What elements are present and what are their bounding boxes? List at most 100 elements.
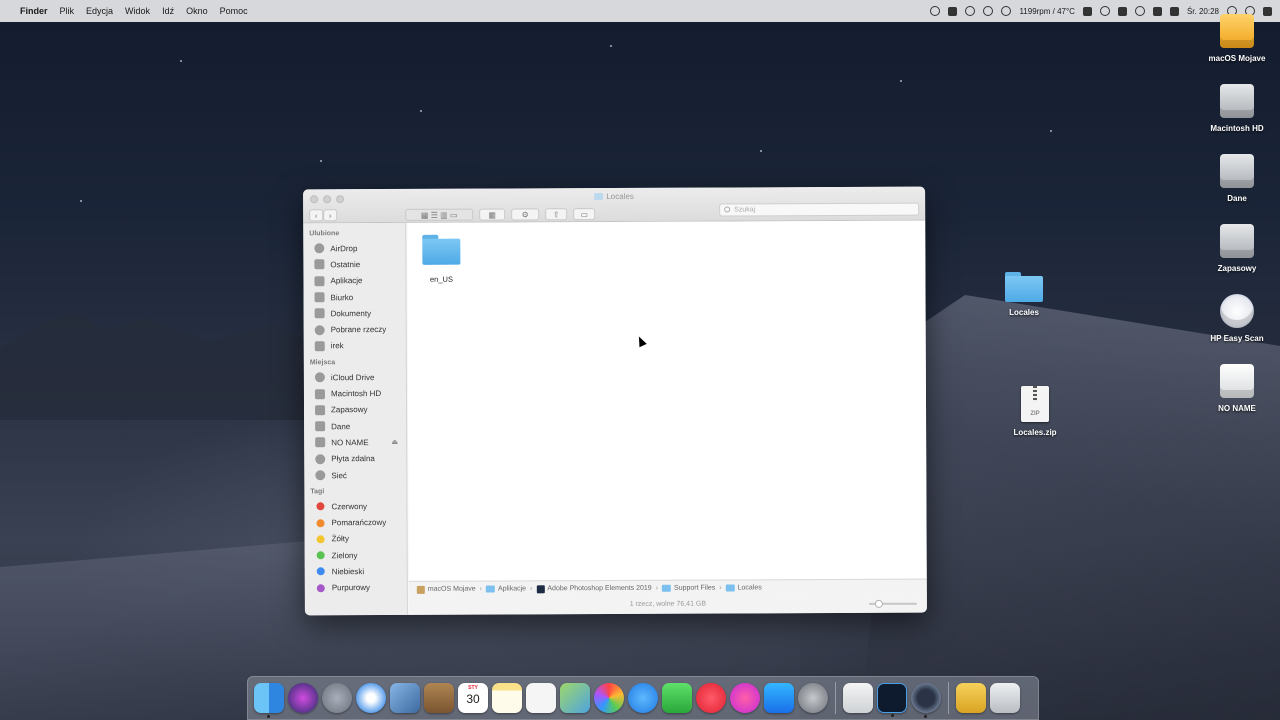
tag-button[interactable]: ▭ — [573, 208, 596, 221]
time-machine-icon[interactable] — [1099, 6, 1110, 16]
monitor-icon[interactable] — [1082, 6, 1092, 16]
desktop-icon-zapasowy[interactable]: Zapasowy — [1197, 224, 1277, 273]
notes-dock-icon[interactable] — [492, 683, 522, 713]
view-mode-selector[interactable]: ▦ ☰ ▥ ▭ — [405, 208, 474, 221]
battery-icon[interactable] — [1169, 6, 1179, 16]
archive-utility-dock-icon[interactable] — [956, 683, 986, 713]
bluetooth-icon[interactable] — [1117, 6, 1127, 16]
textedit-dock-icon[interactable] — [843, 683, 873, 713]
desktop-icon-dane[interactable]: Dane — [1197, 154, 1277, 203]
menu-widok[interactable]: Widok — [125, 6, 150, 16]
tool-icon[interactable] — [948, 6, 958, 16]
path-item[interactable]: Locales — [725, 584, 762, 592]
grid-view-icon[interactable]: ▦ — [421, 210, 429, 219]
sidebar-item-zapasowy[interactable]: Zapasowy — [304, 402, 406, 419]
group-icon: ▦ — [488, 210, 496, 220]
record-icon[interactable] — [930, 6, 941, 16]
finder-dock-icon[interactable] — [254, 683, 284, 718]
sidebar-item-recents[interactable]: Ostatnie — [303, 256, 405, 273]
messages-dock-icon[interactable] — [628, 683, 658, 713]
menu-app-name[interactable]: Finder — [20, 6, 48, 16]
itunes-dock-icon[interactable] — [730, 683, 760, 713]
sidebar-item-home[interactable]: irek — [304, 338, 406, 355]
photos-dock-icon[interactable] — [594, 683, 624, 713]
sidebar-item-no-name[interactable]: NO NAME ⏏ — [304, 434, 406, 451]
menu-okno[interactable]: Okno — [186, 6, 208, 16]
sidebar-item-applications[interactable]: Aplikacje — [303, 273, 405, 290]
desktop-icon-macos-mojave[interactable]: macOS Mojave — [1197, 14, 1277, 63]
wifi-icon[interactable] — [1134, 6, 1145, 16]
contacts-dock-icon[interactable] — [424, 683, 454, 713]
app-store-dock-icon[interactable] — [764, 683, 794, 713]
desktop-icon-locales-folder[interactable]: Locales — [984, 272, 1064, 317]
column-view-icon[interactable]: ▥ — [440, 210, 448, 219]
sidebar-tag-orange[interactable]: Pomarańczowy — [304, 514, 406, 531]
menu-pomoc[interactable]: Pomoc — [220, 6, 248, 16]
facetime-dock-icon[interactable] — [662, 683, 692, 713]
group-button[interactable]: ▦ — [479, 208, 506, 221]
sidebar-tag-yellow[interactable]: Żółty — [305, 531, 407, 548]
sidebar-item-macintosh-hd[interactable]: Macintosh HD — [304, 385, 406, 402]
path-item[interactable]: Support Files — [662, 585, 715, 592]
search-placeholder: Szukaj — [734, 206, 756, 214]
sidebar-item-label: Płyta zdalna — [331, 454, 375, 464]
sidebar-item-remote-disc[interactable]: Płyta zdalna — [304, 450, 406, 467]
desktop-icon-macintosh-hd[interactable]: Macintosh HD — [1197, 84, 1277, 133]
window-titlebar[interactable]: Locales ‹ › ▦ ☰ ▥ ▭ ▦ ⚙ ⇧ ▭ Szukaj — [303, 186, 926, 224]
path-item[interactable]: Aplikacje — [486, 585, 526, 593]
back-button[interactable]: ‹ — [309, 209, 324, 222]
file-view[interactable]: en_US — [407, 220, 927, 581]
orange-disk-icon — [416, 585, 425, 594]
sidebar-item-icloud-drive[interactable]: iCloud Drive — [304, 369, 406, 386]
trash-dock-icon[interactable] — [990, 683, 1020, 713]
safari-dock-icon[interactable] — [356, 683, 386, 713]
desktop-icon-no-name[interactable]: NO NAME — [1197, 364, 1277, 413]
action-button[interactable]: ⚙ — [511, 208, 540, 221]
eject-icon[interactable]: ⏏ — [392, 438, 399, 446]
quicktime-dock-icon[interactable] — [911, 683, 941, 718]
sidebar-tag-blue[interactable]: Niebieski — [305, 563, 407, 580]
system-preferences-dock-icon[interactable] — [798, 683, 828, 713]
photoshop-elements-dock-icon[interactable] — [877, 683, 907, 717]
reminders-dock-icon[interactable] — [526, 683, 556, 713]
list-view-icon[interactable]: ☰ — [431, 210, 438, 219]
sidebar-item-airdrop[interactable]: AirDrop — [303, 240, 405, 257]
fan-icon[interactable] — [1001, 6, 1012, 16]
desktop-icon-hp-easy-scan[interactable]: HP Easy Scan — [1197, 294, 1277, 343]
share-button[interactable]: ⇧ — [545, 208, 568, 221]
menu-edycja[interactable]: Edycja — [86, 6, 113, 16]
volume-icon[interactable] — [1152, 6, 1162, 16]
calendar-dock-icon[interactable]: STY 30 — [458, 683, 488, 713]
sidebar-item-desktop[interactable]: Biurko — [304, 289, 406, 306]
mail-dock-icon[interactable] — [390, 683, 420, 713]
gallery-view-icon[interactable]: ▭ — [450, 210, 458, 219]
path-item[interactable]: Adobe Photoshop Elements 2019 — [536, 584, 652, 593]
sync-icon[interactable] — [965, 6, 976, 16]
slider-knob[interactable] — [874, 599, 883, 608]
sidebar-item-dane[interactable]: Dane — [304, 418, 406, 435]
path-item[interactable]: macOS Mojave — [416, 585, 476, 594]
maps-dock-icon[interactable] — [560, 683, 590, 713]
fan-status[interactable]: 1199rpm / 47°C — [1019, 7, 1075, 16]
sidebar-item-label: Ostatnie — [330, 260, 361, 270]
search-field[interactable]: Szukaj — [719, 202, 920, 217]
tag-dot-icon — [316, 518, 325, 527]
launchpad-dock-icon[interactable] — [322, 683, 352, 713]
sidebar-tag-red[interactable]: Czerwony — [304, 498, 406, 515]
sidebar-item-documents[interactable]: Dokumenty — [304, 305, 406, 322]
file-item-en-us[interactable]: en_US — [419, 234, 463, 284]
sidebar-tag-purple[interactable]: Purpurowy — [305, 580, 407, 597]
news-dock-icon[interactable] — [696, 683, 726, 713]
desktop-icon — [314, 292, 325, 303]
menu-plik[interactable]: Plik — [60, 6, 75, 16]
desktop-icon-locales-zip[interactable]: ZIP Locales.zip — [995, 386, 1075, 437]
sidebar-tag-green[interactable]: Zielony — [305, 547, 407, 564]
siri-dock-icon[interactable] — [288, 683, 318, 713]
forward-button[interactable]: › — [323, 209, 338, 222]
sidebar-item-downloads[interactable]: Pobrane rzeczy — [304, 321, 406, 338]
icon-size-slider[interactable] — [868, 599, 917, 608]
documents-icon — [314, 308, 325, 319]
menu-idz[interactable]: Idź — [162, 6, 174, 16]
sidebar-item-network[interactable]: Sieć — [304, 467, 406, 484]
link-icon[interactable] — [983, 6, 994, 16]
